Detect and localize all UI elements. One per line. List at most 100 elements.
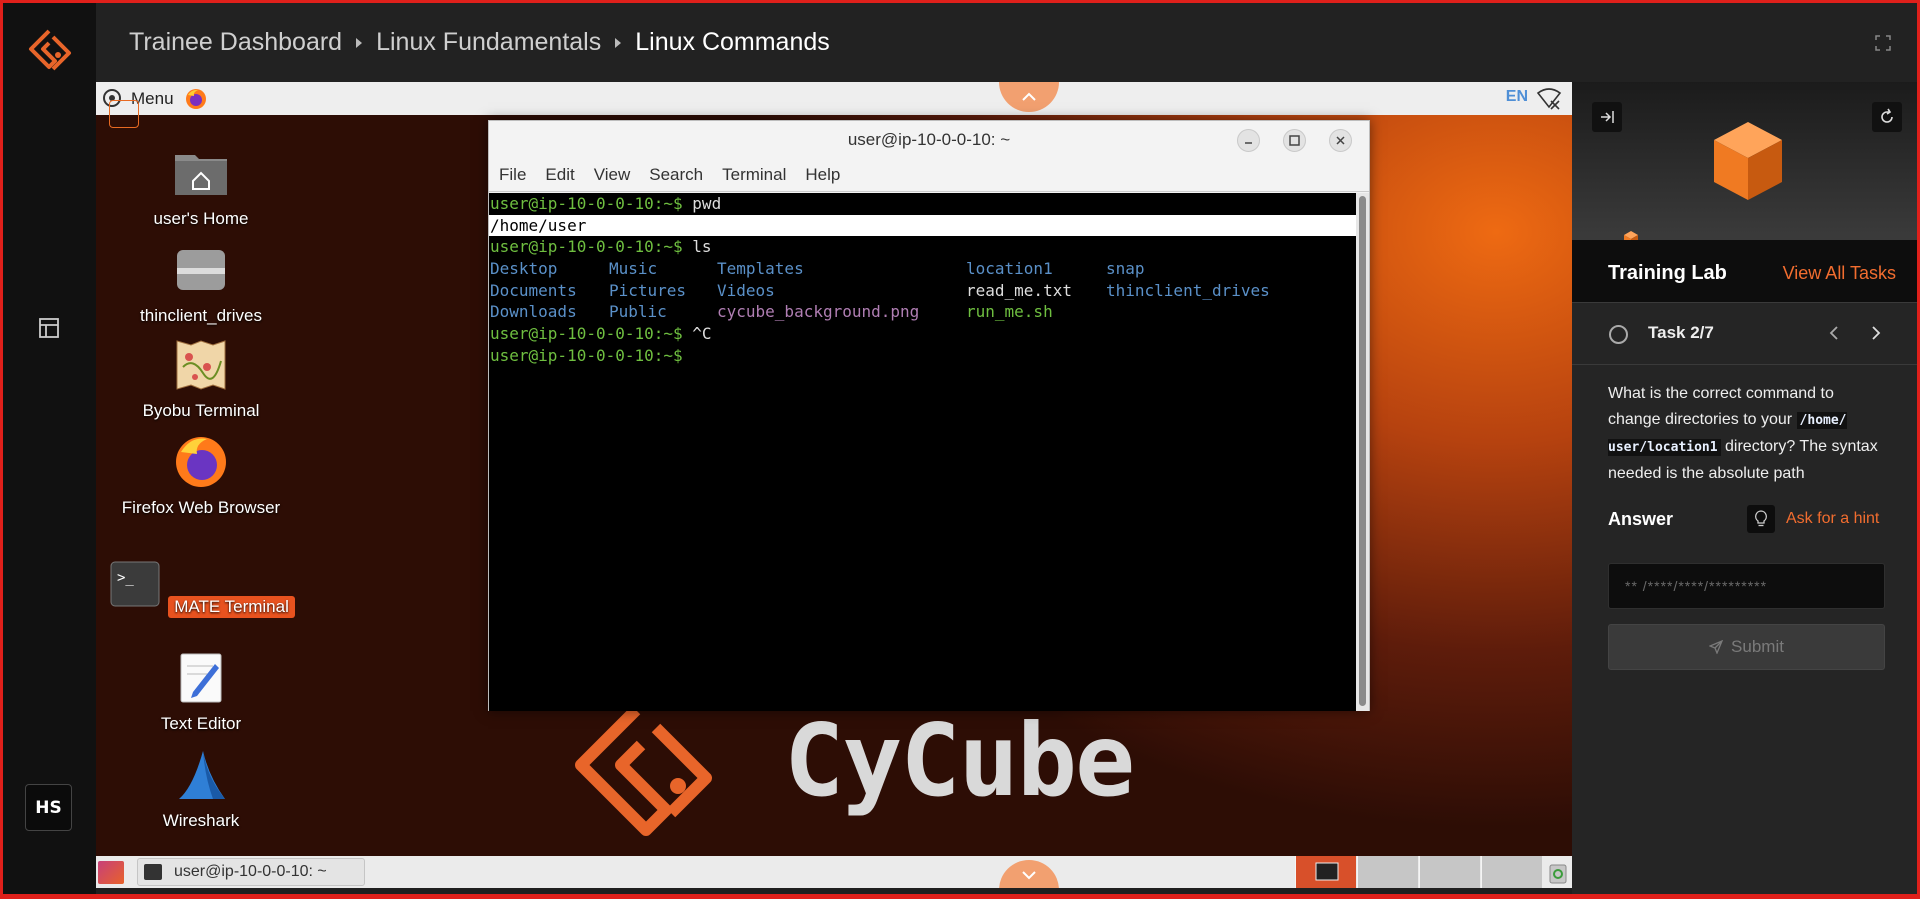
- desktop-icon-label: Text Editor: [160, 714, 242, 733]
- terminal-icon: [1315, 862, 1339, 881]
- shell-prompt: user@ip-10-0-0-10:~$: [490, 345, 683, 365]
- submit-label: Submit: [1731, 637, 1784, 656]
- terminal-output[interactable]: user@ip-10-0-0-10:~$ pwd /home/user user…: [489, 193, 1358, 711]
- workspace-1[interactable]: [1295, 856, 1356, 888]
- text-editor-icon: [180, 653, 222, 703]
- desktop-icon-mate-terminal[interactable]: >_ MATE Terminal: [106, 556, 296, 618]
- minimize-button[interactable]: [1237, 129, 1260, 152]
- next-task-button[interactable]: [1865, 322, 1887, 344]
- remote-menu-button[interactable]: [109, 100, 139, 128]
- submit-button[interactable]: Submit: [1608, 624, 1885, 670]
- menu-file[interactable]: File: [499, 165, 526, 185]
- maximize-icon: [1289, 135, 1300, 146]
- chevron-right-icon: [1872, 326, 1881, 340]
- terminal-menubar: File Edit View Search Terminal Help: [489, 159, 1369, 192]
- desktop-icon-byobu-terminal[interactable]: Byobu Terminal: [106, 337, 296, 421]
- desktop-icon-text-editor[interactable]: Text Editor: [106, 650, 296, 734]
- terminal-line: user@ip-10-0-0-10:~$ ls: [489, 236, 1358, 258]
- lightbulb-icon: [1747, 505, 1775, 533]
- avatar[interactable]: HS: [25, 784, 72, 831]
- desktop-icon-thinclient-drives[interactable]: thinclient_drives: [106, 242, 296, 326]
- byobu-terminal-icon: [176, 340, 226, 390]
- taskbar-item-terminal[interactable]: user@ip-10-0-0-10: ~: [137, 858, 365, 886]
- trash-icon[interactable]: [1547, 860, 1569, 884]
- ls-entry-dir: Videos: [717, 280, 775, 300]
- keyboard-language-indicator[interactable]: EN: [1506, 88, 1528, 106]
- command-output: /home/user: [490, 215, 587, 235]
- breadcrumb-separator-icon: [615, 37, 622, 48]
- answer-label: Answer: [1608, 509, 1674, 529]
- firefox-icon: [176, 437, 226, 487]
- show-desktop-button[interactable]: [98, 861, 124, 884]
- task-question: What is the correct command to change di…: [1608, 381, 1890, 487]
- fullscreen-icon[interactable]: [1875, 35, 1891, 51]
- remote-desktop[interactable]: Menu EN user's Home thinclient_drives By…: [96, 82, 1572, 888]
- desktop-icon-label: Wireshark: [162, 811, 240, 830]
- terminal-scrollbar[interactable]: [1356, 193, 1369, 711]
- menu-view[interactable]: View: [594, 165, 631, 185]
- ls-entry-dir: thinclient_drives: [1106, 280, 1270, 300]
- network-icon[interactable]: [1536, 87, 1562, 111]
- answer-input[interactable]: [1608, 563, 1885, 609]
- view-all-tasks-link[interactable]: View All Tasks: [1783, 263, 1896, 284]
- refresh-icon: [1881, 108, 1893, 123]
- firefox-launcher-icon[interactable]: [184, 87, 208, 111]
- task-header: Task 2/7: [1572, 303, 1917, 365]
- ask-for-hint-button[interactable]: Ask for a hint: [1747, 505, 1879, 533]
- shell-prompt: user@ip-10-0-0-10:~$: [490, 194, 683, 213]
- layout-icon[interactable]: [37, 316, 61, 340]
- desktop-icon-label: user's Home: [153, 209, 249, 228]
- desktop-icon-label: thinclient_drives: [140, 306, 262, 325]
- cycube-logo-icon[interactable]: [25, 27, 73, 79]
- cycube-brand-logo-icon: [575, 705, 712, 836]
- home-folder-icon: [175, 155, 227, 195]
- previous-task-button[interactable]: [1823, 322, 1845, 344]
- wireshark-icon: [179, 751, 225, 799]
- breadcrumb-trainee-dashboard[interactable]: Trainee Dashboard: [129, 28, 342, 57]
- desktop-top-panel: Menu EN: [96, 82, 1572, 115]
- desktop-icon-wireshark[interactable]: Wireshark: [106, 747, 296, 831]
- ls-output-row: Downloads Public cycube_background.png r…: [489, 301, 1358, 323]
- desktop-icon-label: Firefox Web Browser: [121, 498, 281, 517]
- close-icon: [1336, 136, 1345, 145]
- terminal-icon: >_: [110, 561, 160, 607]
- ls-entry-executable: run_me.sh: [966, 302, 1053, 322]
- desktop-icon-home[interactable]: user's Home: [106, 145, 296, 229]
- close-button[interactable]: [1329, 129, 1352, 152]
- terminal-line: user@ip-10-0-0-10:~$ ^C: [489, 323, 1358, 345]
- workspace-4[interactable]: [1481, 856, 1542, 888]
- breadcrumb-linux-fundamentals[interactable]: Linux Fundamentals: [376, 28, 601, 57]
- ls-entry-dir: location1: [966, 259, 1053, 279]
- menu-edit[interactable]: Edit: [545, 165, 574, 185]
- menu-terminal[interactable]: Terminal: [722, 165, 786, 185]
- svg-text:>_: >_: [117, 570, 134, 586]
- shell-prompt: user@ip-10-0-0-10:~$: [490, 237, 683, 257]
- terminal-line-selected: /home/user: [489, 214, 1357, 237]
- reset-lab-button[interactable]: [1872, 102, 1902, 132]
- terminal-titlebar[interactable]: user@ip-10-0-0-10: ~: [489, 121, 1369, 159]
- chevron-left-icon: [1829, 326, 1838, 340]
- menu-help[interactable]: Help: [805, 165, 840, 185]
- command-text: ls: [692, 237, 712, 257]
- maximize-button[interactable]: [1283, 129, 1306, 152]
- collapse-panel-button[interactable]: [1592, 102, 1622, 132]
- menu-search[interactable]: Search: [649, 165, 703, 185]
- ls-entry-dir: Documents: [490, 280, 577, 300]
- shell-prompt: user@ip-10-0-0-10:~$: [490, 324, 683, 344]
- command-text: pwd: [692, 194, 722, 213]
- terminal-window[interactable]: user@ip-10-0-0-10: ~ File Edit View Sear…: [488, 120, 1370, 711]
- desktop-icon-label: MATE Terminal: [168, 596, 295, 618]
- task-status-circle-icon: [1609, 325, 1628, 344]
- terminal-line: user@ip-10-0-0-10:~$ pwd: [489, 193, 1358, 215]
- task-counter: Task 2/7: [1648, 323, 1714, 342]
- terminal-line: user@ip-10-0-0-10:~$: [489, 345, 1358, 367]
- breadcrumb-separator-icon: [356, 37, 363, 48]
- scrollbar-thumb[interactable]: [1359, 196, 1366, 706]
- desktop-icon-label: Byobu Terminal: [142, 401, 260, 420]
- ls-entry-image: cycube_background.png: [717, 302, 920, 322]
- desktop-icon-firefox[interactable]: Firefox Web Browser: [106, 434, 296, 518]
- breadcrumb-linux-commands: Linux Commands: [635, 28, 830, 56]
- workspace-3[interactable]: [1419, 856, 1480, 888]
- app-window: HS Trainee Dashboard Linux Fundamentals …: [3, 3, 1917, 894]
- workspace-2[interactable]: [1357, 856, 1418, 888]
